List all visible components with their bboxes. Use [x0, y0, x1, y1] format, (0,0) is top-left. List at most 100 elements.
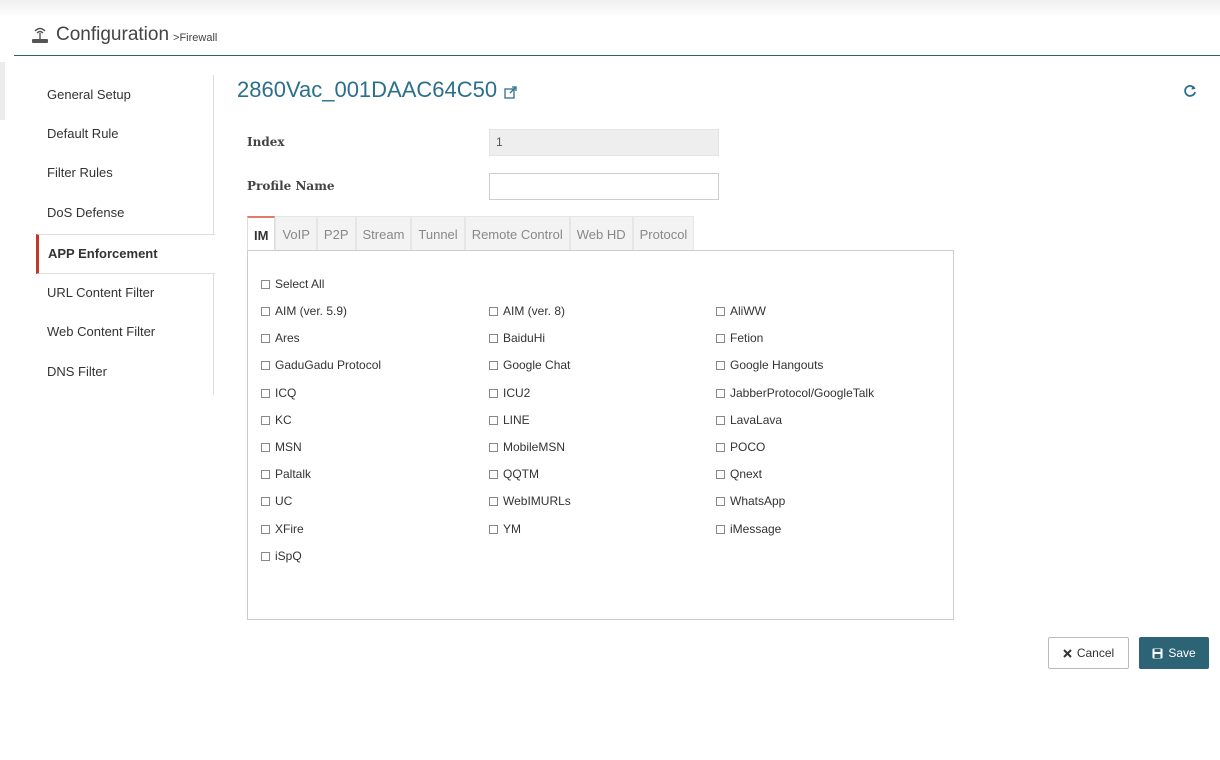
checkbox-box[interactable] — [489, 333, 498, 343]
profile-name-input[interactable] — [489, 173, 719, 200]
checkbox-label: MobileMSN — [503, 440, 566, 454]
checkbox-box[interactable] — [716, 496, 725, 506]
app-checkbox-xfire[interactable]: XFire — [261, 522, 304, 536]
checkbox-box[interactable] — [261, 496, 270, 506]
checkbox-box[interactable] — [261, 442, 270, 452]
checkbox-box[interactable] — [261, 388, 270, 398]
sidebar-item-app-enforcement[interactable]: APP Enforcement — [36, 234, 215, 274]
checkbox-box[interactable] — [489, 442, 498, 452]
app-checkbox-icq[interactable]: ICQ — [261, 386, 296, 400]
app-checkbox-ares[interactable]: Ares — [261, 331, 300, 345]
cancel-button[interactable]: Cancel — [1048, 637, 1129, 669]
app-checkbox-whatsapp[interactable]: WhatsApp — [716, 494, 785, 508]
select-all-checkbox[interactable]: Select All — [261, 277, 324, 291]
checkbox-box[interactable] — [716, 524, 725, 534]
app-checkbox-lavalava[interactable]: LavaLava — [716, 413, 782, 427]
checkbox-box[interactable] — [261, 279, 270, 289]
tab-im[interactable]: IM — [247, 216, 276, 251]
tab-remote-control[interactable]: Remote Control — [464, 216, 570, 251]
tab-protocol[interactable]: Protocol — [632, 216, 695, 251]
app-checkbox-aim-ver-8[interactable]: AIM (ver. 8) — [489, 304, 565, 318]
checkbox-box[interactable] — [489, 524, 498, 534]
app-checkbox-aim-ver-5-9[interactable]: AIM (ver. 5.9) — [261, 304, 347, 318]
breadcrumb: >Firewall — [173, 32, 218, 44]
app-checkbox-mobilemsn[interactable]: MobileMSN — [489, 440, 565, 454]
checkbox-label: Google Chat — [503, 358, 571, 372]
index-field: 1 — [489, 129, 719, 156]
sidebar-item-dns-filter[interactable]: DNS Filter — [36, 353, 214, 391]
checkbox-box[interactable] — [716, 469, 725, 479]
app-checkbox-poco[interactable]: POCO — [716, 440, 765, 454]
checkbox-label: Google Hangouts — [730, 358, 824, 372]
checkbox-box[interactable] — [716, 442, 725, 452]
checkbox-box[interactable] — [489, 469, 498, 479]
checkbox-box[interactable] — [489, 306, 498, 316]
app-checkbox-google-chat[interactable]: Google Chat — [489, 358, 570, 372]
tab-voip[interactable]: VoIP — [275, 216, 317, 251]
top-shade — [0, 0, 1220, 18]
checkbox-box[interactable] — [489, 360, 498, 370]
app-checkbox-paltalk[interactable]: Paltalk — [261, 467, 311, 481]
sidebar-item-dos-defense[interactable]: DoS Defense — [36, 194, 214, 232]
app-checkbox-kc[interactable]: KC — [261, 413, 292, 427]
checkbox-label: JabberProtocol/GoogleTalk — [730, 386, 875, 400]
checkbox-label: LavaLava — [730, 413, 783, 427]
checkbox-box[interactable] — [489, 415, 498, 425]
refresh-icon[interactable] — [1183, 84, 1197, 98]
checkbox-label: POCO — [730, 440, 766, 454]
checkbox-label: AIM (ver. 5.9) — [275, 304, 348, 318]
checkbox-box[interactable] — [261, 551, 270, 561]
index-label: Index — [247, 135, 285, 149]
app-checkbox-jabberprotocol-googletalk[interactable]: JabberProtocol/GoogleTalk — [716, 386, 874, 400]
checkbox-label: Fetion — [730, 331, 764, 345]
app-checkbox-line[interactable]: LINE — [489, 413, 530, 427]
app-checkbox-gadugadu-protocol[interactable]: GaduGadu Protocol — [261, 358, 381, 372]
checkbox-box[interactable] — [261, 524, 270, 534]
checkbox-label: AIM (ver. 8) — [503, 304, 566, 318]
sidebar-item-filter-rules[interactable]: Filter Rules — [36, 154, 214, 192]
header-divider — [14, 55, 1220, 56]
external-link-icon[interactable] — [504, 85, 517, 99]
sidebar-item-web-content-filter[interactable]: Web Content Filter — [36, 313, 214, 351]
checkbox-box[interactable] — [716, 415, 725, 425]
checkbox-label: GaduGadu Protocol — [275, 358, 382, 372]
checkbox-box[interactable] — [716, 360, 725, 370]
tab-stream[interactable]: Stream — [355, 216, 412, 251]
app-checkbox-ispq[interactable]: iSpQ — [261, 549, 302, 563]
sidebar-item-url-content-filter[interactable]: URL Content Filter — [36, 274, 214, 312]
checkbox-box[interactable] — [716, 306, 725, 316]
app-checkbox-baiduhi[interactable]: BaiduHi — [489, 331, 545, 345]
checkbox-box[interactable] — [716, 333, 725, 343]
close-icon — [1063, 648, 1072, 658]
sidebar-item-general-setup[interactable]: General Setup — [36, 76, 214, 114]
sidebar-item-default-rule[interactable]: Default Rule — [36, 115, 214, 153]
checkbox-box[interactable] — [716, 388, 725, 398]
app-checkbox-fetion[interactable]: Fetion — [716, 331, 763, 345]
app-checkbox-icu2[interactable]: ICU2 — [489, 386, 530, 400]
save-button[interactable]: Save — [1139, 637, 1209, 669]
app-checkbox-uc[interactable]: UC — [261, 494, 292, 508]
checkbox-box[interactable] — [261, 333, 270, 343]
checkbox-box[interactable] — [489, 388, 498, 398]
router-icon — [32, 27, 48, 43]
app-checkbox-google-hangouts[interactable]: Google Hangouts — [716, 358, 823, 372]
checkbox-label: Select All — [275, 277, 325, 291]
checkbox-label: Paltalk — [275, 467, 312, 481]
tab-tunnel[interactable]: Tunnel — [411, 216, 465, 251]
app-checkbox-imessage[interactable]: iMessage — [716, 522, 781, 536]
app-checkbox-qnext[interactable]: Qnext — [716, 467, 762, 481]
checkbox-label: BaiduHi — [503, 331, 546, 345]
checkbox-label: ICQ — [275, 386, 297, 400]
app-checkbox-aliww[interactable]: AliWW — [716, 304, 766, 318]
checkbox-box[interactable] — [261, 306, 270, 316]
checkbox-box[interactable] — [489, 496, 498, 506]
tab-web-hd[interactable]: Web HD — [569, 216, 633, 251]
app-checkbox-webimurls[interactable]: WebIMURLs — [489, 494, 571, 508]
checkbox-box[interactable] — [261, 415, 270, 425]
app-checkbox-msn[interactable]: MSN — [261, 440, 302, 454]
app-checkbox-ym[interactable]: YM — [489, 522, 521, 536]
checkbox-box[interactable] — [261, 469, 270, 479]
app-checkbox-qqtm[interactable]: QQTM — [489, 467, 539, 481]
checkbox-box[interactable] — [261, 360, 270, 370]
tab-p2p[interactable]: P2P — [316, 216, 356, 251]
